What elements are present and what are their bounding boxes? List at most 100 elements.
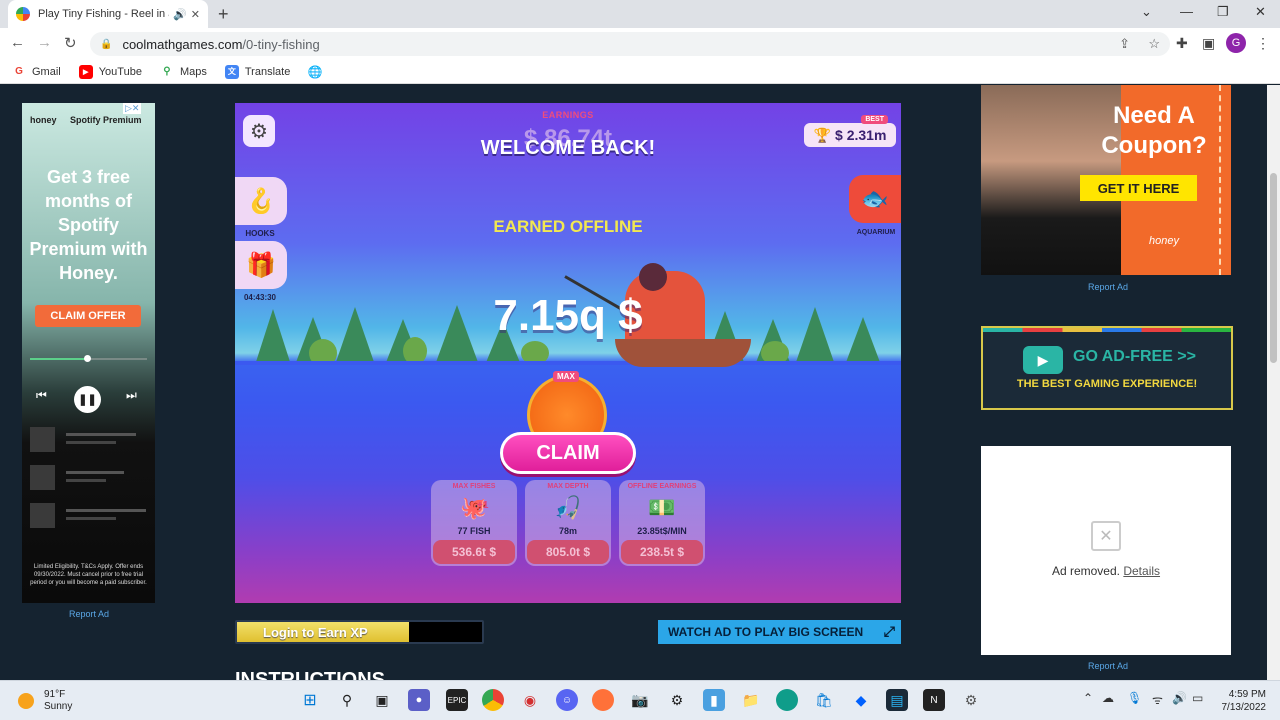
card-value: 23.85t$/MIN xyxy=(637,526,687,536)
go-ad-free-title: GO AD-FREE >> xyxy=(1073,348,1196,365)
tab-close-icon[interactable]: ✕ xyxy=(191,8,200,21)
settings-gear-icon[interactable]: ⚙ xyxy=(243,115,275,147)
file-explorer-icon[interactable]: 📁 xyxy=(740,689,762,711)
search-icon[interactable]: ⚲ xyxy=(336,689,358,711)
ad-removed-text: Ad removed. Details xyxy=(981,564,1231,578)
left-ad[interactable]: honey Spotify Premium Get 3 free months … xyxy=(22,103,155,603)
epic-games-icon[interactable]: EPIC xyxy=(446,689,468,711)
gift-button[interactable]: 🎁 xyxy=(235,241,287,289)
previous-icon[interactable]: ⏮ xyxy=(36,388,47,403)
bookmark-label: Maps xyxy=(179,65,207,78)
scrollbar-thumb[interactable] xyxy=(1270,173,1277,363)
forward-icon[interactable]: → xyxy=(37,34,52,51)
onedrive-icon[interactable]: ☁ xyxy=(1102,691,1114,705)
aquarium-button[interactable]: 🐟 xyxy=(849,175,901,223)
chrome-icon[interactable] xyxy=(482,689,504,711)
microphone-icon[interactable]: 🎙 xyxy=(1127,691,1142,705)
player-progress-knob[interactable] xyxy=(84,355,91,362)
system-clock[interactable]: 4:59 PM 7/13/2022 xyxy=(1212,688,1267,714)
settings-icon[interactable]: ⚙ xyxy=(960,689,982,711)
page-scrollbar[interactable] xyxy=(1267,85,1280,680)
battery-icon[interactable]: ▭ xyxy=(1192,691,1203,705)
app-icon[interactable]: ◉ xyxy=(519,689,541,711)
chat-icon[interactable]: ● xyxy=(408,689,430,711)
watch-ad-big-screen-button[interactable]: WATCH AD TO PLAY BIG SCREEN ⤢ xyxy=(658,620,901,644)
address-bar[interactable]: 🔒 coolmathgames.com/0-tiny-fishing ⇪ ☆ xyxy=(90,32,1170,56)
maximize-button[interactable]: ❐ xyxy=(1217,4,1229,20)
tab-title: Play Tiny Fishing - Reel in a b xyxy=(38,8,170,20)
fish-coin-icon: 🐟 xyxy=(861,186,889,211)
tab-active[interactable]: Play Tiny Fishing - Reel in a b 🔊 ✕ xyxy=(8,0,208,28)
bookmark-label: YouTube xyxy=(98,65,142,78)
weather-widget[interactable]: 91°F Sunny xyxy=(18,689,72,713)
bookmark-gmail[interactable]: G Gmail xyxy=(12,65,61,79)
speaker-icon[interactable]: 🔊 xyxy=(173,8,187,21)
temperature: 91°F xyxy=(44,689,66,700)
ad-fine-print: Limited Eligibility. T&Cs Apply. Offer e… xyxy=(30,564,147,586)
close-window-button[interactable]: ✕ xyxy=(1255,4,1266,20)
go-ad-free-banner[interactable]: ▶ GO AD-FREE >> THE BEST GAMING EXPERIEN… xyxy=(981,326,1233,410)
clock-time: 4:59 PM xyxy=(1228,689,1266,700)
report-ad-link[interactable]: Report Ad xyxy=(69,609,109,619)
minimize-button[interactable]: — xyxy=(1180,4,1193,19)
camera-icon[interactable]: 📷 xyxy=(629,689,651,711)
start-icon[interactable]: ⊞ xyxy=(299,689,321,711)
bookmark-globe[interactable]: 🌐 xyxy=(308,65,328,79)
bookmark-star-icon[interactable]: ☆ xyxy=(1148,36,1160,52)
tab-search-icon[interactable]: ⌄ xyxy=(1141,4,1152,20)
share-icon[interactable]: ⇪ xyxy=(1119,36,1130,52)
claim-button[interactable]: CLAIM xyxy=(500,432,636,474)
lock-icon[interactable]: 🔒 xyxy=(100,39,112,50)
ad-removed-panel: ✕ Ad removed. Details xyxy=(981,446,1231,655)
bookmark-label: Gmail xyxy=(32,65,61,78)
adchoices-icon[interactable]: ▷✕ xyxy=(123,103,142,114)
next-icon[interactable]: ⏭ xyxy=(126,388,137,403)
profile-avatar[interactable]: G xyxy=(1226,33,1246,53)
side-panel-icon[interactable]: ▣ xyxy=(1202,35,1215,52)
upgrade-max-depth-button[interactable]: 805.0t $ xyxy=(527,540,609,564)
coupon-ad[interactable]: Need A Coupon? GET IT HERE honey xyxy=(981,85,1231,275)
bookmark-maps[interactable]: ⚲ Maps xyxy=(160,65,207,79)
firefox-icon[interactable] xyxy=(592,689,614,711)
ad-details-link[interactable]: Details xyxy=(1123,564,1160,578)
volume-icon[interactable]: 🔊 xyxy=(1172,691,1187,705)
bookmarks-bar: G Gmail ▶ YouTube ⚲ Maps 文 Translate 🌐 xyxy=(0,60,1280,84)
edge-icon[interactable] xyxy=(776,689,798,711)
new-tab-button[interactable]: + xyxy=(218,4,229,24)
gift-icon: 🎁 xyxy=(246,251,276,279)
upgrade-offline-earnings-button[interactable]: 238.5t $ xyxy=(621,540,703,564)
report-ad-link[interactable]: Report Ad xyxy=(1088,282,1128,292)
bookmark-translate[interactable]: 文 Translate xyxy=(224,64,290,79)
tray-chevron-icon[interactable]: ⌃ xyxy=(1083,691,1093,705)
task-view-icon[interactable]: ▣ xyxy=(371,689,393,711)
best-label: BEST xyxy=(861,115,888,124)
back-icon[interactable]: ← xyxy=(10,34,25,51)
steam-icon[interactable]: ⚙ xyxy=(666,689,688,711)
boat xyxy=(615,339,751,367)
url-path: /0-tiny-fishing xyxy=(242,36,320,52)
pause-icon[interactable]: ❚❚ xyxy=(74,386,101,413)
upgrade-max-fishes-button[interactable]: 536.6t $ xyxy=(433,540,515,564)
report-ad-link[interactable]: Report Ad xyxy=(1088,661,1128,671)
app-icon-2[interactable]: ▤ xyxy=(886,689,908,711)
bookmark-youtube[interactable]: ▶ YouTube xyxy=(78,64,142,79)
menu-icon[interactable]: ⋮ xyxy=(1256,35,1270,52)
claim-offer-button[interactable]: CLAIM OFFER xyxy=(35,305,141,327)
cash-icon: 💵 xyxy=(648,495,676,520)
store-icon[interactable]: 🛍 xyxy=(813,689,835,711)
dropbox-icon[interactable]: ◆ xyxy=(850,689,872,711)
xp-progress-bar[interactable]: Login to Earn XP xyxy=(235,620,484,644)
game-canvas[interactable]: EARNINGS $ 86.74t WELCOME BACK! ⚙ BEST 🏆… xyxy=(235,103,901,603)
reload-icon[interactable]: ↻ xyxy=(64,34,77,52)
wifi-icon[interactable]: ᯤ xyxy=(1152,691,1163,708)
notion-icon[interactable]: N xyxy=(923,689,945,711)
extensions-icon[interactable]: ✚ xyxy=(1176,35,1188,52)
get-it-here-button[interactable]: GET IT HERE xyxy=(1080,175,1197,201)
url-domain: coolmathgames.com xyxy=(122,36,243,52)
weather-condition: Sunny xyxy=(44,701,73,712)
discord-icon[interactable]: ☺ xyxy=(556,689,578,711)
sun-icon xyxy=(18,693,34,709)
max-depth-card: MAX DEPTH 🎣 78m 805.0t $ xyxy=(525,480,611,566)
list-item xyxy=(30,465,147,491)
notepad-icon[interactable]: ▮ xyxy=(703,689,725,711)
